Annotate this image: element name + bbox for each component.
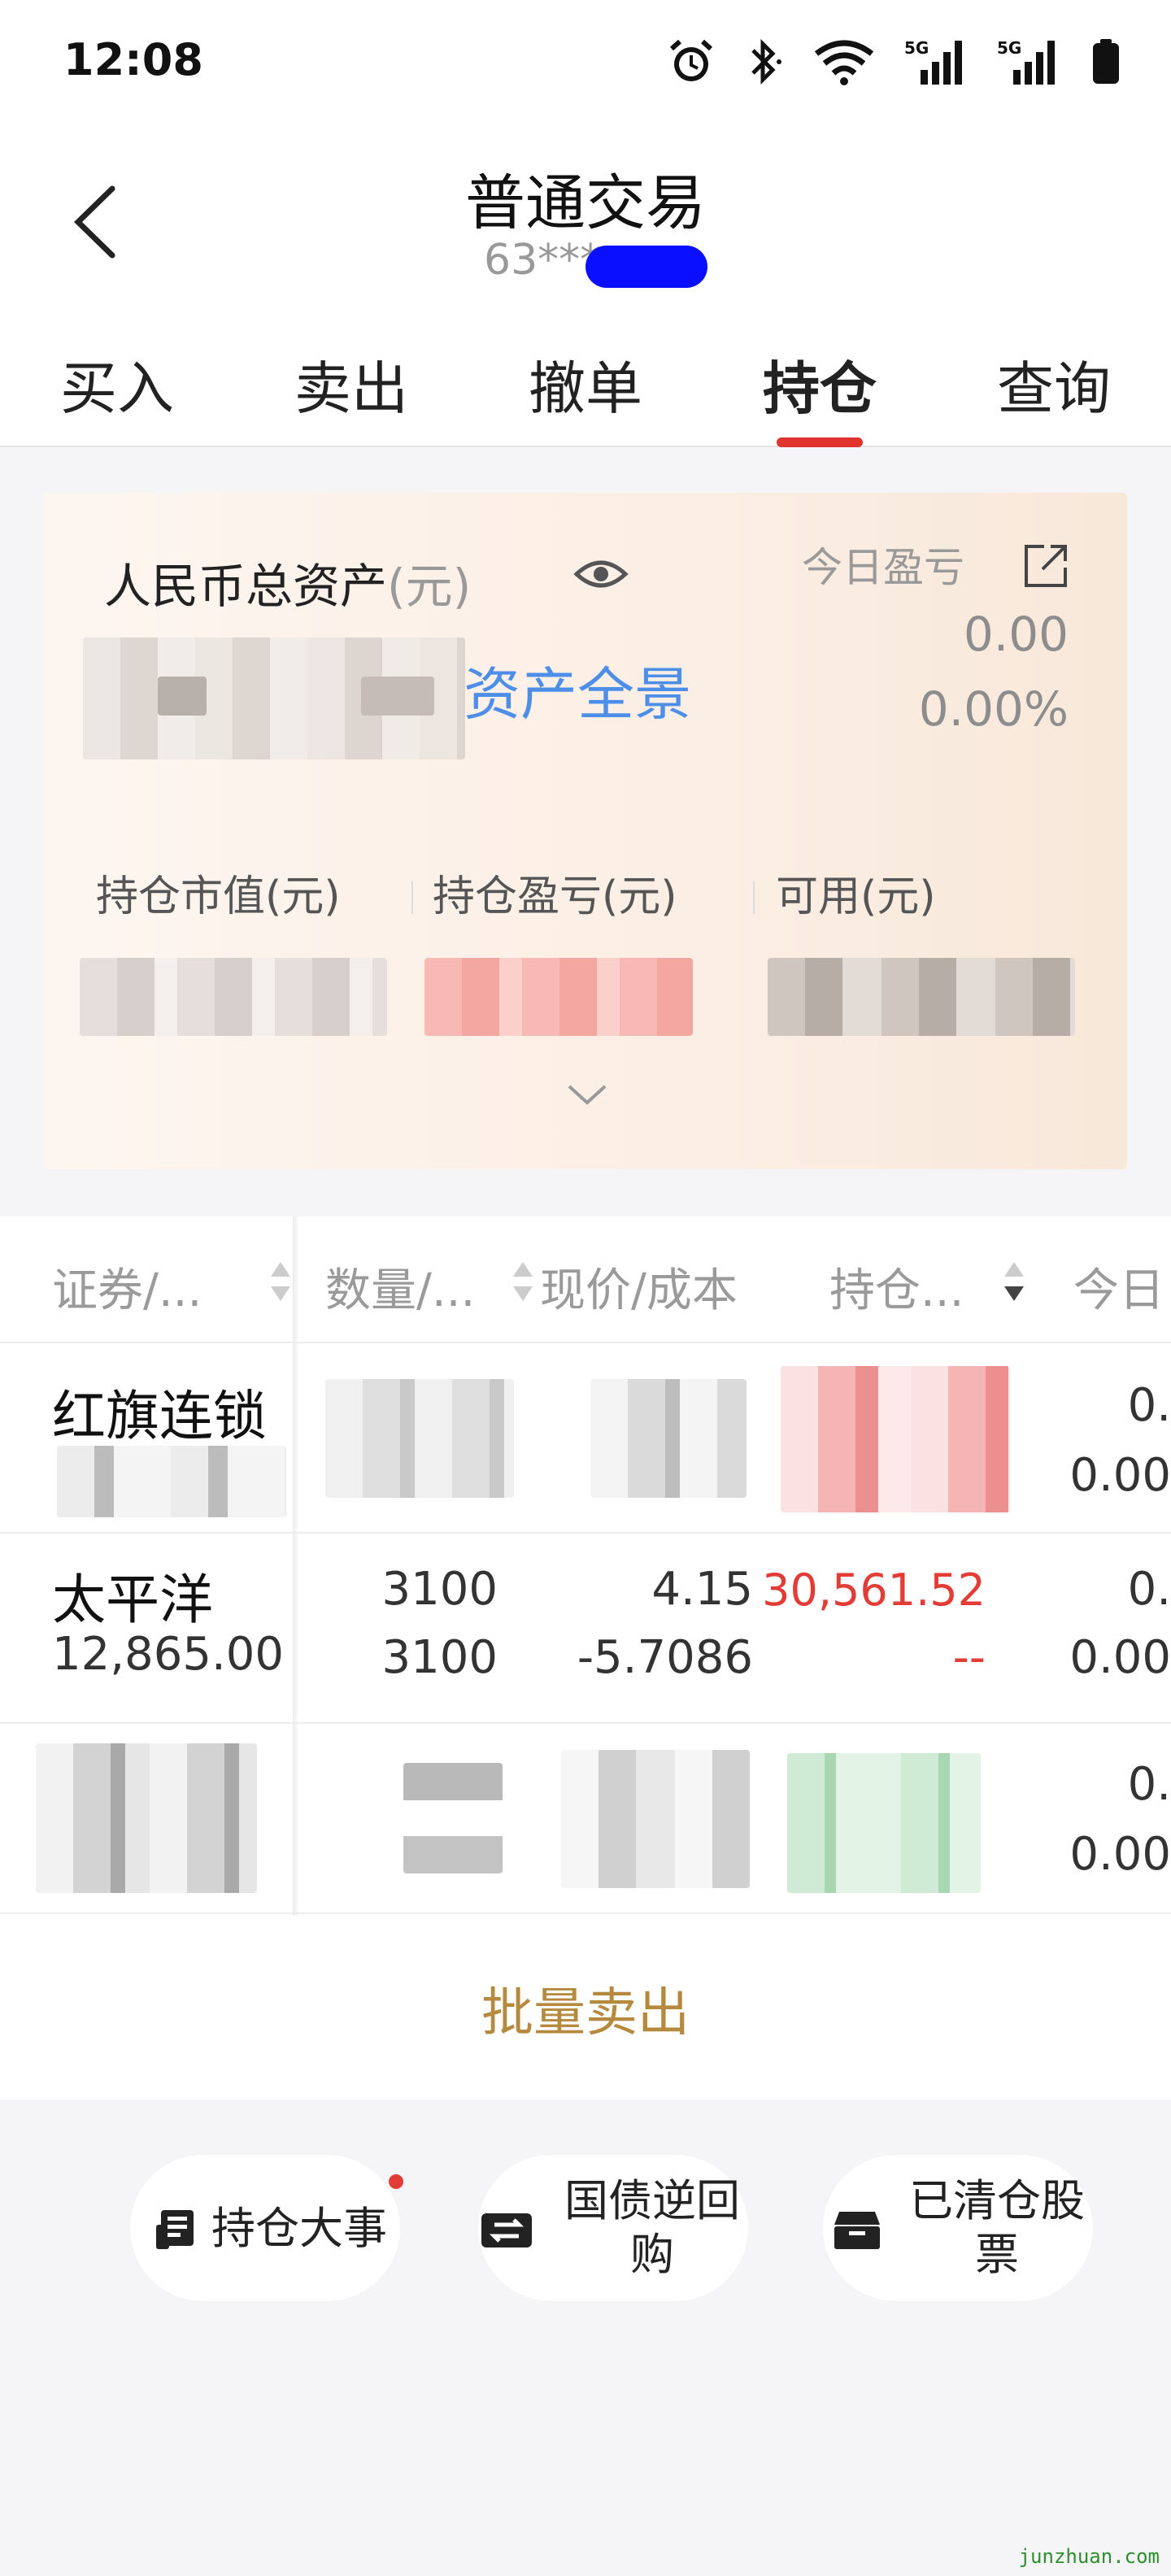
quantity-cell: 3100 — [381, 1563, 498, 1616]
positions-table: 证券/... 数量/... 现价/成本 持仓... 今日 红旗连锁 0. 0.0… — [0, 1216, 1171, 1916]
available-funds-blurred — [768, 958, 1075, 1036]
security-name: 太平洋 — [52, 1569, 213, 1631]
today-pnl-pct-cell: 0.00 — [1069, 1449, 1171, 1502]
reverse-repo-label-line2: 购 — [630, 2229, 674, 2280]
divider — [411, 881, 413, 914]
total-assets-blur-accent-2 — [361, 677, 434, 716]
cleared-stocks-label: 已清仓股 票 — [908, 2174, 1086, 2282]
app-header: 普通交易 63*** — [0, 130, 1171, 309]
today-pnl-pct-cell: 0.00 — [1069, 1828, 1171, 1881]
frozen-column-shadow — [293, 1216, 299, 1916]
total-assets-label: 人民币总资产(元) — [104, 548, 471, 616]
chevron-down-icon[interactable] — [564, 1078, 610, 1111]
table-row[interactable]: 0. 0.00 — [0, 1724, 1171, 1914]
market-value-label: 持仓市值(元) — [96, 872, 341, 921]
price-blurred — [590, 1379, 747, 1498]
page-title: 普通交易 — [465, 168, 706, 238]
signal-5g-icon-2: 5G — [997, 38, 1055, 85]
column-price-cost[interactable]: 现价/成本 — [540, 1254, 738, 1320]
table-row[interactable]: 红旗连锁 0. 0.00 — [0, 1343, 1171, 1534]
today-pnl-value: 0.00 — [963, 607, 1069, 662]
column-today[interactable]: 今日 — [1073, 1254, 1164, 1320]
market-value-blurred — [80, 958, 387, 1036]
eye-icon[interactable] — [572, 550, 629, 598]
today-pnl-cell: 0. — [1127, 1379, 1171, 1432]
security-name-blurred — [36, 1743, 257, 1893]
today-pnl-percent: 0.00% — [918, 681, 1069, 737]
sort-icon[interactable] — [268, 1257, 293, 1306]
ticket-swap-icon — [481, 2213, 532, 2247]
total-assets-unit: (元) — [387, 559, 472, 614]
position-pnl-blurred — [781, 1366, 1010, 1512]
news-icon — [156, 2210, 194, 2249]
position-pnl-blurred — [424, 958, 693, 1036]
reverse-repo-label-line1: 国债逆回 — [564, 2175, 740, 2226]
tab-sell[interactable]: 卖出 — [262, 343, 441, 425]
external-link-icon[interactable] — [1020, 540, 1072, 592]
tab-query[interactable]: 查询 — [964, 343, 1143, 425]
current-price-cell: 4.15 — [651, 1563, 753, 1616]
column-position-pnl[interactable]: 持仓... — [829, 1254, 964, 1320]
reverse-repo-label: 国债逆回 购 — [563, 2174, 742, 2282]
status-time: 12:08 — [63, 34, 203, 85]
position-pnl-label: 持仓盈亏(元) — [433, 872, 677, 921]
status-bar: 12:08 5G 5G — [0, 0, 1171, 130]
archive-box-icon — [834, 2212, 880, 2249]
watermark: junzhuan.com — [1018, 2545, 1160, 2568]
position-events-button[interactable]: 持仓大事 — [130, 2155, 403, 2301]
quantity-blurred — [325, 1379, 514, 1498]
today-pnl-cell: 0. — [1127, 1758, 1171, 1811]
position-pnl-blurred — [787, 1753, 981, 1893]
price-blurred — [561, 1750, 750, 1888]
bluetooth-icon — [751, 38, 781, 85]
market-value-cell: 12,865.00 — [52, 1628, 285, 1681]
cleared-stocks-label-line1: 已清仓股 — [909, 2175, 1085, 2226]
tab-positions[interactable]: 持仓 — [730, 343, 909, 425]
divider — [753, 881, 755, 914]
position-pnl-cell: 30,561.52 — [762, 1564, 986, 1616]
account-redaction — [586, 246, 707, 288]
total-assets-blur-accent — [158, 677, 207, 716]
svg-text:5G: 5G — [904, 38, 929, 58]
table-row[interactable]: 太平洋 12,865.00 3100 3100 4.15 -5.7086 30,… — [0, 1534, 1171, 1724]
svg-text:5G: 5G — [997, 38, 1021, 58]
battery-icon — [1093, 39, 1119, 84]
today-pnl-cell: 0. — [1127, 1563, 1171, 1616]
column-security[interactable]: 证券/... — [52, 1254, 202, 1320]
alarm-icon — [669, 39, 713, 81]
batch-sell-bar: 批量卖出 — [0, 1916, 1171, 2100]
reverse-repo-button[interactable]: 国债逆回 购 — [478, 2155, 748, 2301]
sort-desc-icon[interactable] — [1002, 1257, 1026, 1306]
security-name: 红旗连锁 — [52, 1385, 267, 1447]
page: 12:08 5G 5G 普通交易 63*** 买入 卖出 撤单 持仓 查询 人民… — [0, 0, 1171, 2576]
signal-5g-icon: 5G — [904, 38, 962, 85]
total-assets-label-text: 人民币总资产 — [104, 559, 388, 614]
tab-cancel[interactable]: 撤单 — [496, 343, 675, 425]
cleared-stocks-label-line2: 票 — [975, 2229, 1019, 2280]
quantity-blurred — [403, 1763, 503, 1873]
available-funds-label: 可用(元) — [776, 872, 936, 921]
position-pnl-pct-cell: -- — [952, 1631, 986, 1684]
position-events-label: 持仓大事 — [211, 2203, 387, 2254]
notification-dot — [389, 2174, 403, 2189]
today-pnl-label: 今日盈亏 — [802, 544, 964, 591]
available-quantity-cell: 3100 — [381, 1631, 498, 1684]
column-quantity[interactable]: 数量/... — [325, 1254, 475, 1320]
status-icons: 5G 5G — [667, 37, 1122, 86]
table-header: 证券/... 数量/... 现价/成本 持仓... 今日 — [0, 1216, 1171, 1343]
asset-overview-link[interactable]: 资产全景 — [464, 649, 691, 731]
asset-summary-card: 人民币总资产(元) 今日盈亏 0.00 0.00% 资产全景 持仓市值(元) 持… — [44, 493, 1127, 1169]
cost-price-cell: -5.7086 — [577, 1631, 753, 1684]
active-tab-indicator — [777, 437, 863, 447]
account-number: 63*** — [484, 236, 602, 285]
tab-buy[interactable]: 买入 — [28, 343, 207, 425]
batch-sell-button[interactable]: 批量卖出 — [0, 1971, 1171, 2046]
wifi-icon — [814, 40, 874, 85]
today-pnl-pct-cell: 0.00 — [1069, 1631, 1171, 1684]
trade-tabs: 买入 卖出 撤单 持仓 查询 — [0, 309, 1171, 447]
sort-icon[interactable] — [511, 1257, 535, 1306]
security-code-blurred — [57, 1446, 286, 1517]
cleared-stocks-button[interactable]: 已清仓股 票 — [823, 2155, 1093, 2301]
